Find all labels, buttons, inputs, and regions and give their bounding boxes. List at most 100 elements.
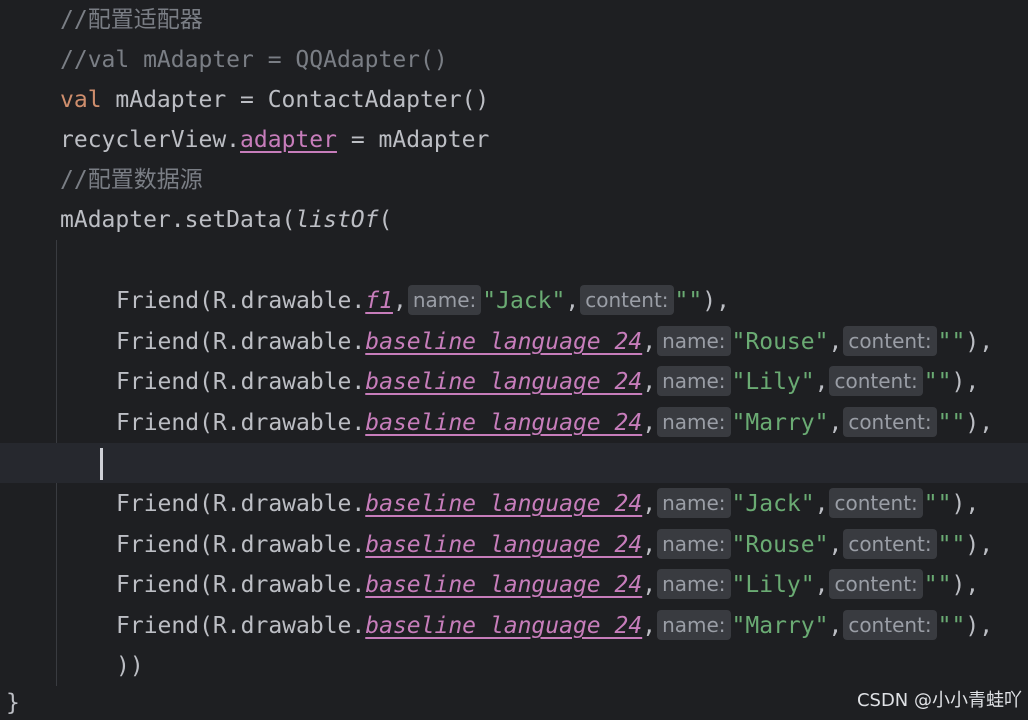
code-line-friend[interactable]: Friend(R.drawable.baseline_language_24, n… [0,565,1028,605]
param-hint-name: name: [657,407,731,437]
function-listof: listOf [295,207,379,233]
close-paren: ), [951,369,980,395]
string-content: "" [674,288,703,314]
param-hint-content: content: [843,529,937,559]
code-line-friend[interactable]: Friend(R.drawable.baseline_language_24, n… [0,484,1028,524]
drawable-ref[interactable]: baseline_language_24 [365,532,642,558]
comma: , [642,369,657,395]
drawable-ref[interactable]: baseline_language_24 [365,613,642,639]
drawable-ref[interactable]: baseline_language_24 [365,329,642,355]
comma: , [642,532,657,558]
comma: , [814,572,829,598]
code-line-7[interactable] [0,240,1028,280]
drawable-ref[interactable]: f1 [365,288,393,314]
comma: , [642,491,657,517]
close-paren: ), [702,288,730,314]
comment: //配置数据源 [60,167,203,193]
code-line-4[interactable]: recyclerView.adapter = mAdapter [0,120,1028,160]
comma: , [828,329,843,355]
string-name: "Jack" [482,288,566,314]
property-adapter[interactable]: adapter [240,127,337,153]
current-line[interactable] [0,443,1028,483]
code-line-3[interactable]: val mAdapter = ContactAdapter() [0,80,1028,120]
comma: , [828,410,843,436]
string-name: "Rouse" [731,329,829,355]
param-hint-name: name: [657,610,731,640]
friend-call: Friend(R.drawable. [116,613,366,639]
string-content: "" [937,532,966,558]
comment: //配置适配器 [60,7,203,33]
string-name: "Marry" [731,613,829,639]
comma: , [642,572,657,598]
friend-call: Friend(R.drawable. [116,572,366,598]
comma: , [392,288,407,314]
string-content: "" [923,572,952,598]
code-line-friend[interactable]: Friend(R.drawable.baseline_language_24, n… [0,525,1028,565]
string-name: "Lily" [731,572,815,598]
param-hint-name: name: [657,569,731,599]
close-paren: ), [965,329,994,355]
code-text: mAdapter.setData( [60,207,296,233]
close-paren: ), [951,491,980,517]
comma: , [642,613,657,639]
watermark: CSDN @小小青蛙吖 [856,690,1022,711]
string-name: "Rouse" [731,532,829,558]
comma: , [828,613,843,639]
close-paren: ), [951,572,980,598]
string-name: "Marry" [731,410,829,436]
close-paren: ), [965,532,994,558]
close-paren: ), [965,613,994,639]
code-line-friend[interactable]: Friend(R.drawable.baseline_language_24, n… [0,403,1028,443]
drawable-ref[interactable]: baseline_language_24 [365,369,642,395]
friend-call: Friend(R.drawable. [116,329,366,355]
param-hint-content: content: [829,488,923,518]
param-hint-name: name: [657,529,731,559]
param-hint-name: name: [657,488,731,518]
drawable-ref[interactable]: baseline_language_24 [365,410,642,436]
close-paren: ), [965,410,994,436]
param-hint-name: name: [657,366,731,396]
drawable-ref[interactable]: baseline_language_24 [365,572,642,598]
drawable-ref[interactable]: baseline_language_24 [365,491,642,517]
comma: , [814,491,829,517]
comment: //val mAdapter = QQAdapter() [60,47,448,73]
param-hint-content: content: [829,569,923,599]
string-content: "" [923,491,952,517]
code-text: mAdapter = ContactAdapter() [101,87,490,113]
code-line-friend[interactable]: Friend(R.drawable.f1, name: "Jack", content… [0,281,1028,321]
string-content: "" [923,369,952,395]
code-editor[interactable]: //配置适配器 //val mAdapter = QQAdapter() val… [0,0,1028,720]
text-caret [100,448,103,480]
string-content: "" [937,329,966,355]
param-hint-name: name: [657,326,731,356]
friend-call: Friend(R.drawable. [116,369,366,395]
param-hint-content: content: [843,610,937,640]
param-hint-content: content: [843,326,937,356]
open-paren: ( [378,207,393,233]
friend-call: Friend(R.drawable. [116,288,366,314]
friend-call: Friend(R.drawable. [116,491,366,517]
string-name: "Lily" [731,369,815,395]
comma: , [565,288,580,314]
code-line-friend[interactable]: Friend(R.drawable.baseline_language_24, n… [0,606,1028,646]
code-line-5[interactable]: //配置数据源 [0,160,1028,200]
param-hint-content: content: [829,366,923,396]
param-hint-content: content: [580,285,674,315]
code-line-1[interactable]: //配置适配器 [0,0,1028,40]
code-line-6[interactable]: mAdapter.setData(listOf( [0,200,1028,240]
equals: = [336,127,379,153]
string-name: "Jack" [731,491,815,517]
code-line-friend[interactable]: Friend(R.drawable.baseline_language_24, n… [0,322,1028,362]
identifier-recyclerview: recyclerView [60,127,227,153]
code-line-close[interactable]: )) [0,646,1028,686]
code-line-2[interactable]: //val mAdapter = QQAdapter() [0,40,1028,80]
comma: , [828,532,843,558]
closing-parens: )) [116,653,144,679]
friend-call: Friend(R.drawable. [116,532,366,558]
comma: , [814,369,829,395]
comma: , [642,329,657,355]
identifier-madapter: mAdapter [378,127,490,153]
closing-brace: } [6,690,20,716]
code-line-friend[interactable]: Friend(R.drawable.baseline_language_24, n… [0,362,1028,402]
param-hint-content: content: [843,407,937,437]
